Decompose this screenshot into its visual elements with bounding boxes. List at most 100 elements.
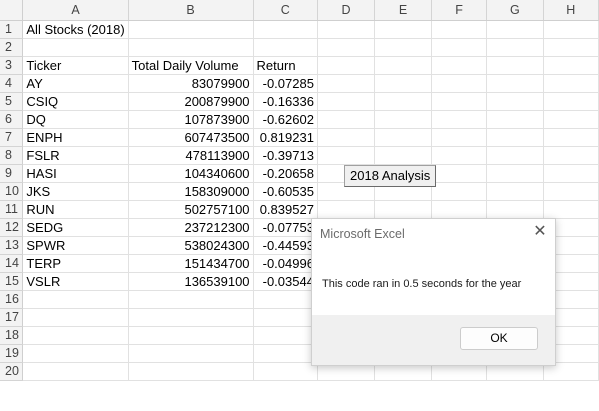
ok-button[interactable]: OK <box>460 327 538 350</box>
return-cell[interactable]: 0.839527 <box>253 200 318 219</box>
cell[interactable] <box>374 200 432 219</box>
row-header[interactable]: 14 <box>0 254 24 273</box>
cell[interactable] <box>486 92 544 111</box>
ticker-cell[interactable]: FSLR <box>22 146 129 165</box>
cell[interactable] <box>22 344 129 363</box>
cell[interactable] <box>253 362 318 381</box>
row-header[interactable]: 7 <box>0 128 24 147</box>
select-all-corner[interactable] <box>0 0 24 21</box>
cell[interactable] <box>431 56 488 75</box>
cell[interactable] <box>431 146 488 165</box>
row-header[interactable]: 13 <box>0 236 24 255</box>
column-header-c[interactable]: C <box>253 0 318 21</box>
cell[interactable] <box>317 128 376 147</box>
cell[interactable] <box>253 290 318 309</box>
cell[interactable] <box>128 38 254 57</box>
cell[interactable] <box>317 110 376 129</box>
cell[interactable] <box>253 308 318 327</box>
row-header[interactable]: 3 <box>0 56 24 75</box>
cell[interactable] <box>431 92 488 111</box>
cell[interactable] <box>253 344 318 363</box>
ticker-cell[interactable]: DQ <box>22 110 129 129</box>
cell[interactable] <box>374 56 432 75</box>
cell[interactable] <box>128 326 254 345</box>
ticker-cell[interactable]: AY <box>22 74 129 93</box>
cell[interactable] <box>253 326 318 345</box>
cell[interactable] <box>543 20 599 39</box>
cell[interactable] <box>22 308 129 327</box>
ticker-cell[interactable]: JKS <box>22 182 129 201</box>
volume-cell[interactable]: 83079900 <box>128 74 254 93</box>
cell[interactable] <box>317 56 376 75</box>
return-cell[interactable]: -0.44593 <box>253 236 318 255</box>
volume-cell[interactable]: 502757100 <box>128 200 254 219</box>
ticker-cell[interactable]: SPWR <box>22 236 129 255</box>
cell[interactable] <box>22 326 129 345</box>
cell[interactable] <box>374 74 432 93</box>
cell[interactable] <box>543 164 599 183</box>
cell[interactable] <box>374 20 432 39</box>
cell[interactable] <box>317 92 376 111</box>
volume-cell[interactable]: 107873900 <box>128 110 254 129</box>
cell[interactable] <box>431 128 488 147</box>
cell[interactable] <box>543 56 599 75</box>
column-header-g[interactable]: G <box>486 0 544 21</box>
analysis-2018-button[interactable]: 2018 Analysis <box>344 165 436 187</box>
ticker-cell[interactable]: VSLR <box>22 272 129 291</box>
row-header[interactable]: 11 <box>0 200 24 219</box>
ticker-cell[interactable]: HASI <box>22 164 129 183</box>
cell[interactable] <box>431 200 488 219</box>
column-header-d[interactable]: D <box>317 0 376 21</box>
volume-cell[interactable]: 538024300 <box>128 236 254 255</box>
cell[interactable] <box>22 290 129 309</box>
cell[interactable] <box>486 182 544 201</box>
cell[interactable] <box>486 56 544 75</box>
cell[interactable] <box>317 146 376 165</box>
cell[interactable] <box>543 38 599 57</box>
return-cell[interactable]: -0.07285 <box>253 74 318 93</box>
return-cell[interactable]: -0.03544 <box>253 272 318 291</box>
ticker-cell[interactable]: ENPH <box>22 128 129 147</box>
sheet-title-cell[interactable]: All Stocks (2018) <box>22 20 129 39</box>
volume-cell[interactable]: 151434700 <box>128 254 254 273</box>
cell[interactable] <box>486 146 544 165</box>
ticker-cell[interactable]: TERP <box>22 254 129 273</box>
row-header[interactable]: 10 <box>0 182 24 201</box>
row-header[interactable]: 15 <box>0 272 24 291</box>
cell[interactable] <box>253 38 318 57</box>
cell[interactable] <box>253 20 318 39</box>
return-cell[interactable]: -0.62602 <box>253 110 318 129</box>
cell[interactable] <box>543 146 599 165</box>
cell[interactable] <box>486 128 544 147</box>
cell[interactable] <box>128 290 254 309</box>
cell[interactable] <box>486 20 544 39</box>
volume-cell[interactable]: 607473500 <box>128 128 254 147</box>
volume-cell[interactable]: 237212300 <box>128 218 254 237</box>
row-header[interactable]: 18 <box>0 326 24 345</box>
return-cell[interactable]: -0.16336 <box>253 92 318 111</box>
row-header[interactable]: 9 <box>0 164 24 183</box>
row-header[interactable]: 5 <box>0 92 24 111</box>
column-header-a[interactable]: A <box>22 0 129 21</box>
row-header[interactable]: 19 <box>0 344 24 363</box>
column-header-e[interactable]: E <box>374 0 432 21</box>
cell[interactable] <box>543 200 599 219</box>
cell[interactable] <box>543 182 599 201</box>
header-cell-ticker[interactable]: Ticker <box>22 56 129 75</box>
cell[interactable] <box>374 110 432 129</box>
row-header[interactable]: 17 <box>0 308 24 327</box>
cell[interactable] <box>128 308 254 327</box>
return-cell[interactable]: -0.07753 <box>253 218 318 237</box>
row-header[interactable]: 20 <box>0 362 24 381</box>
row-header[interactable]: 1 <box>0 20 24 39</box>
cell[interactable] <box>128 362 254 381</box>
column-header-b[interactable]: B <box>128 0 254 21</box>
cell[interactable] <box>22 362 129 381</box>
close-icon[interactable]: ✕ <box>533 224 547 240</box>
cell[interactable] <box>431 74 488 93</box>
cell[interactable] <box>543 128 599 147</box>
cell[interactable] <box>317 20 376 39</box>
volume-cell[interactable]: 478113900 <box>128 146 254 165</box>
row-header[interactable]: 6 <box>0 110 24 129</box>
cell[interactable] <box>486 110 544 129</box>
